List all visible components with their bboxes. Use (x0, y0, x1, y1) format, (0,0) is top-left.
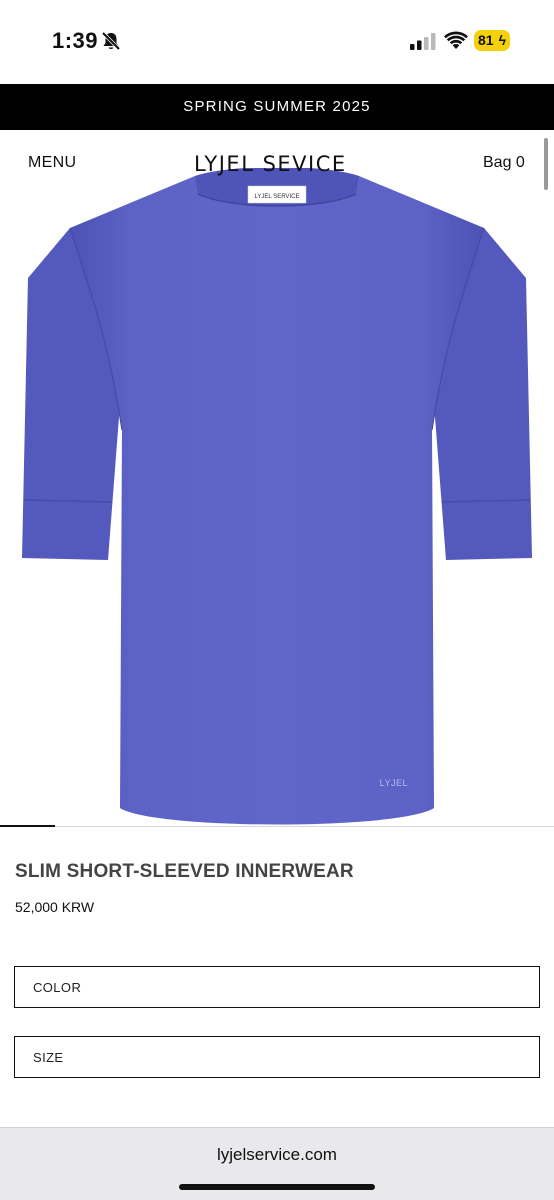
signal-icon (410, 33, 436, 50)
bag-button[interactable]: Bag 0 (483, 154, 525, 172)
home-indicator[interactable] (179, 1184, 375, 1190)
color-select-label: COLOR (33, 980, 82, 995)
url-text[interactable]: lyjelservice.com (0, 1145, 554, 1165)
status-bar: 1:39 81 ϟ (0, 0, 554, 84)
browser-address-bar[interactable]: lyjelservice.com (0, 1127, 554, 1200)
status-time: 1:39 (52, 28, 99, 53)
shirt-body (70, 176, 484, 825)
color-select[interactable]: COLOR (14, 966, 540, 1008)
brand-logo[interactable]: LYJEL SEVICE (194, 152, 347, 176)
bell-slash-icon (101, 31, 121, 51)
size-select[interactable]: SIZE (14, 1036, 540, 1078)
menu-button[interactable]: MENU (28, 154, 76, 172)
carousel-progress-track (0, 826, 554, 827)
announcement-bar: SPRING SUMMER 2025 (0, 84, 554, 130)
product-price: 52,000 KRW (15, 899, 95, 915)
neck-label-text: LYJEL SERVICE (255, 194, 300, 200)
product-name: SLIM SHORT-SLEEVED INNERWEAR (15, 861, 354, 882)
carousel-progress-active (0, 825, 56, 827)
wifi-icon (444, 31, 468, 49)
battery-indicator: 81 ϟ (474, 30, 510, 51)
battery-charging-icon: ϟ (498, 32, 506, 48)
scrollbar[interactable] (544, 138, 548, 190)
battery-level: 81 (478, 32, 494, 48)
product-image[interactable]: LYJEL SERVICE LYJEL (0, 168, 554, 828)
size-select-label: SIZE (33, 1050, 64, 1065)
hem-logo-text: LYJEL (380, 778, 408, 788)
